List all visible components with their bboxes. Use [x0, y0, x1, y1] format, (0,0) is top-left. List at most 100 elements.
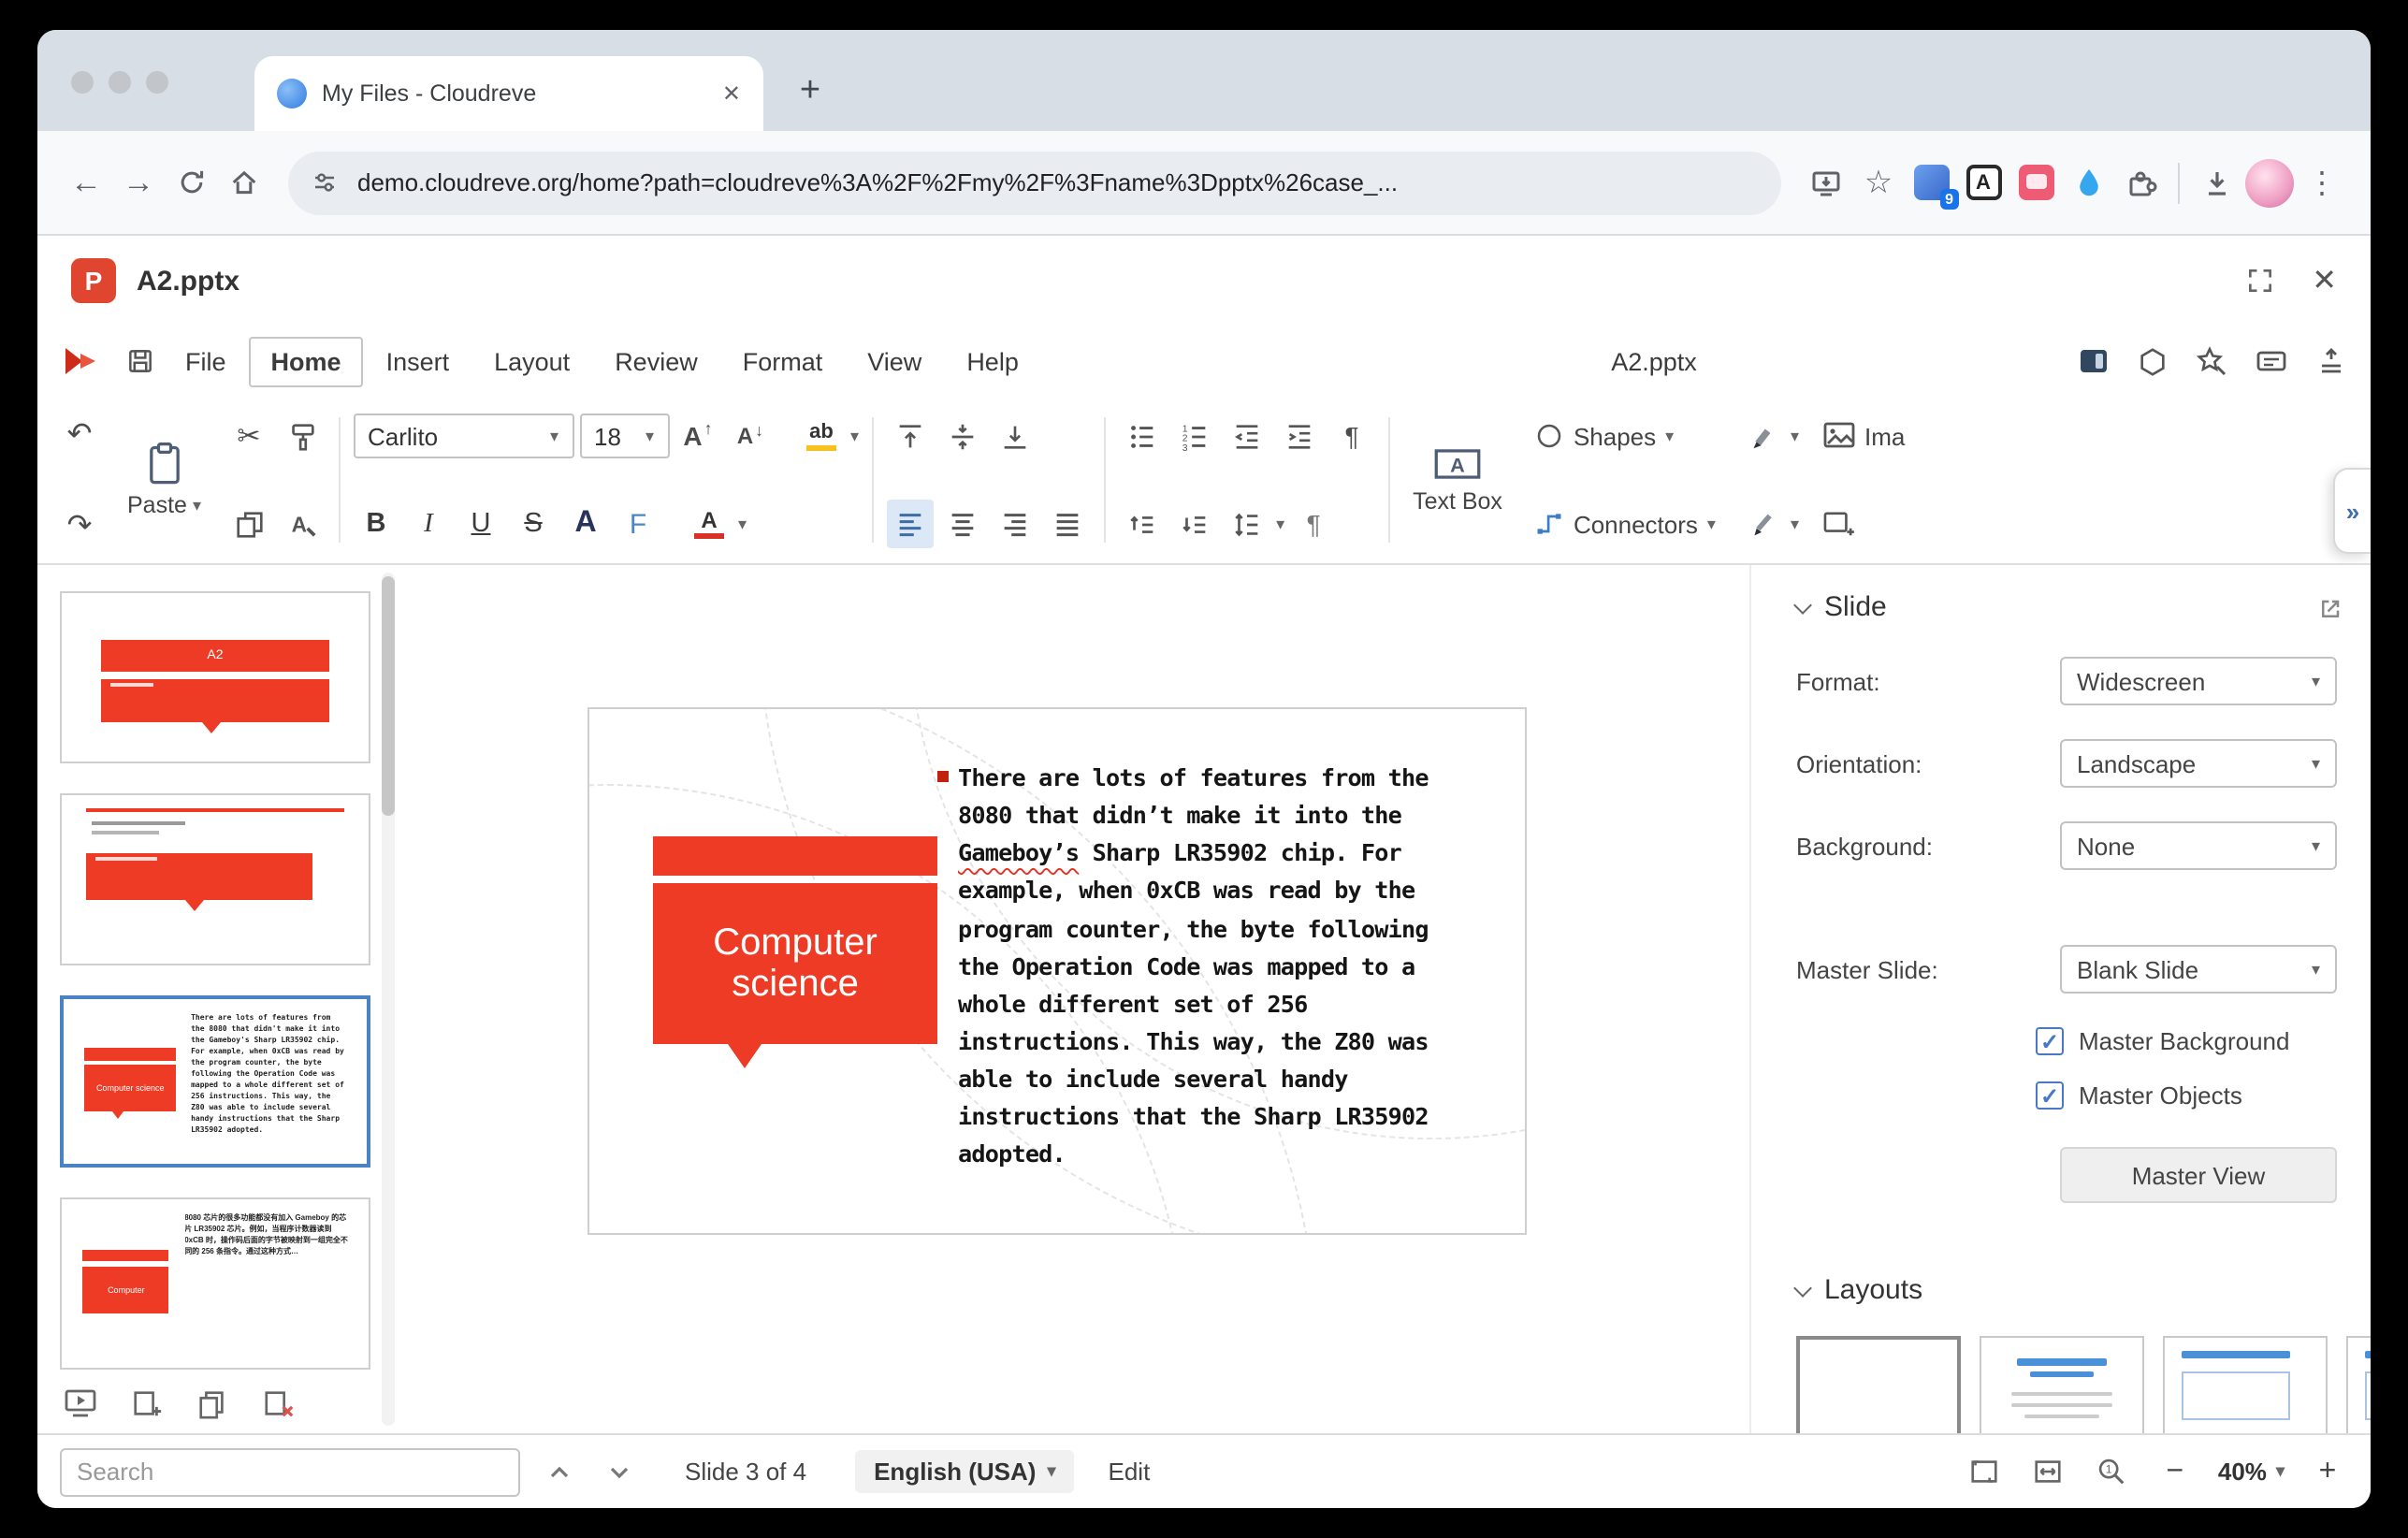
search-input[interactable]: [60, 1447, 520, 1496]
expand-viewer-icon[interactable]: [2244, 266, 2274, 296]
extension-drop-icon[interactable]: [2062, 156, 2114, 209]
zoom-out-button[interactable]: [2154, 1451, 2196, 1492]
master-view-button[interactable]: Master View: [2060, 1147, 2337, 1203]
start-slideshow-icon[interactable]: [64, 1388, 97, 1418]
insert-image-button[interactable]: Ima: [1814, 412, 1912, 460]
align-center-icon[interactable]: [939, 500, 986, 548]
save-icon[interactable]: [116, 337, 163, 385]
close-window-button[interactable]: [71, 71, 94, 94]
insert-placeholder-icon[interactable]: [1814, 500, 1861, 548]
align-text-top-icon[interactable]: [887, 412, 934, 460]
align-justify-icon[interactable]: [1044, 500, 1091, 548]
home-button[interactable]: [217, 156, 269, 209]
align-text-middle-icon[interactable]: [939, 412, 986, 460]
zoom-window-button[interactable]: [146, 71, 168, 94]
paragraph-space-before-icon[interactable]: [1119, 500, 1166, 548]
slide-thumbnail-4[interactable]: Computer 8080 芯片的很多功能都没有加入 Gameboy 的芯片 L…: [60, 1197, 370, 1370]
paragraph-settings-icon[interactable]: [1290, 500, 1337, 548]
fit-width-icon[interactable]: [2027, 1451, 2068, 1492]
align-right-icon[interactable]: [992, 500, 1038, 548]
connectors-button[interactable]: Connectors: [1527, 500, 1723, 548]
font-size-select[interactable]: 18: [579, 414, 669, 458]
cut-icon[interactable]: [225, 412, 272, 460]
decrease-indent-icon[interactable]: [1224, 412, 1270, 460]
search-prev-icon[interactable]: [539, 1451, 580, 1492]
paragraph-space-after-icon[interactable]: [1171, 500, 1218, 548]
strikethrough-icon[interactable]: S: [510, 501, 557, 546]
install-app-icon[interactable]: [1800, 156, 1852, 209]
menu-view[interactable]: View: [845, 336, 944, 386]
slide-thumbnail-3[interactable]: Computer science There are lots of featu…: [60, 995, 370, 1168]
slide-thumbnail-1[interactable]: A2: [60, 591, 370, 763]
layout-title-content[interactable]: [1980, 1336, 2144, 1433]
search-next-icon[interactable]: [599, 1451, 640, 1492]
menu-home[interactable]: Home: [249, 336, 364, 386]
menu-review[interactable]: Review: [592, 336, 720, 386]
menu-format[interactable]: Format: [720, 336, 846, 386]
theme-toggle-icon[interactable]: [2077, 344, 2111, 378]
slide-body-text[interactable]: There are lots of features from the 8080…: [958, 760, 1482, 1174]
undo-icon[interactable]: [56, 410, 103, 458]
forward-button[interactable]: [112, 156, 165, 209]
highlighter-pen-icon[interactable]: [1738, 412, 1785, 460]
bold-icon[interactable]: B: [353, 501, 399, 546]
shapes-button[interactable]: Shapes: [1527, 412, 1681, 460]
bullet-list-icon[interactable]: [1119, 412, 1166, 460]
slide-canvas[interactable]: Computer science There are lots of featu…: [400, 565, 1749, 1433]
caret-down-icon[interactable]: [850, 428, 859, 444]
advanced-settings-icon[interactable]: [2318, 595, 2344, 621]
extensions-puzzle-icon[interactable]: [2114, 156, 2167, 209]
address-bar[interactable]: demo.cloudreve.org/home?path=cloudreve%3…: [288, 151, 1781, 214]
add-slide-icon[interactable]: [131, 1387, 163, 1419]
layouts-section-header[interactable]: Layouts: [1796, 1274, 2337, 1306]
orientation-select[interactable]: Landscape: [2060, 739, 2337, 788]
pen-icon[interactable]: [1738, 500, 1785, 548]
caret-down-icon[interactable]: [1791, 515, 1799, 532]
downloads-icon[interactable]: [2191, 156, 2243, 209]
menu-insert[interactable]: Insert: [364, 336, 472, 386]
redo-icon[interactable]: [56, 501, 103, 550]
layout-two-content[interactable]: [2346, 1336, 2371, 1433]
font-color-icon[interactable]: A: [686, 500, 733, 548]
delete-slide-icon[interactable]: [262, 1387, 296, 1419]
reload-button[interactable]: [165, 156, 217, 209]
hotkeys-card-icon[interactable]: [2255, 344, 2288, 378]
char-style-a-icon[interactable]: A: [562, 501, 609, 546]
minimize-window-button[interactable]: [109, 71, 131, 94]
paste-button[interactable]: Paste: [110, 406, 218, 554]
copy-icon[interactable]: [225, 500, 272, 548]
copy-style-icon[interactable]: A: [278, 500, 325, 548]
extension-tv-icon[interactable]: [2009, 156, 2062, 209]
highlight-color-icon[interactable]: ab: [798, 412, 845, 460]
extension-shield-icon[interactable]: 9: [1905, 156, 1957, 209]
new-tab-button[interactable]: [786, 67, 834, 116]
master-slide-select[interactable]: Blank Slide: [2060, 945, 2337, 994]
underline-icon[interactable]: U: [457, 501, 504, 546]
current-slide[interactable]: Computer science There are lots of featu…: [587, 707, 1527, 1235]
toolbar-overflow-button[interactable]: [2333, 468, 2371, 554]
align-left-icon[interactable]: [887, 500, 934, 548]
zoom-actual-icon[interactable]: 1: [2091, 1451, 2132, 1492]
master-objects-checkbox[interactable]: [2036, 1081, 2064, 1110]
zoom-in-button[interactable]: [2307, 1451, 2348, 1492]
caret-down-icon[interactable]: [1276, 515, 1284, 532]
extension-a-icon[interactable]: A: [1957, 156, 2009, 209]
menu-file[interactable]: File: [163, 336, 249, 386]
bookmark-star-icon[interactable]: [1852, 156, 1905, 209]
numbered-list-icon[interactable]: 123: [1171, 412, 1218, 460]
layout-blank[interactable]: [1796, 1336, 1961, 1433]
slide-thumbnail-2[interactable]: [60, 793, 370, 965]
thumbnails-scrollbar[interactable]: [382, 573, 395, 1426]
master-background-checkbox[interactable]: [2036, 1027, 2064, 1055]
menu-layout[interactable]: Layout: [471, 336, 592, 386]
caret-down-icon[interactable]: [1791, 428, 1799, 444]
increase-indent-icon[interactable]: [1276, 412, 1323, 460]
feedback-star-icon[interactable]: [2195, 344, 2228, 378]
hexagon-icon[interactable]: [2137, 345, 2169, 377]
title-shape[interactable]: Computer science: [653, 883, 937, 1044]
site-settings-icon[interactable]: [311, 168, 339, 196]
text-box-button[interactable]: A Text Box: [1396, 406, 1519, 554]
align-text-bottom-icon[interactable]: [992, 412, 1038, 460]
zoom-level[interactable]: 40%: [2218, 1458, 2285, 1486]
duplicate-slide-icon[interactable]: [196, 1387, 228, 1419]
